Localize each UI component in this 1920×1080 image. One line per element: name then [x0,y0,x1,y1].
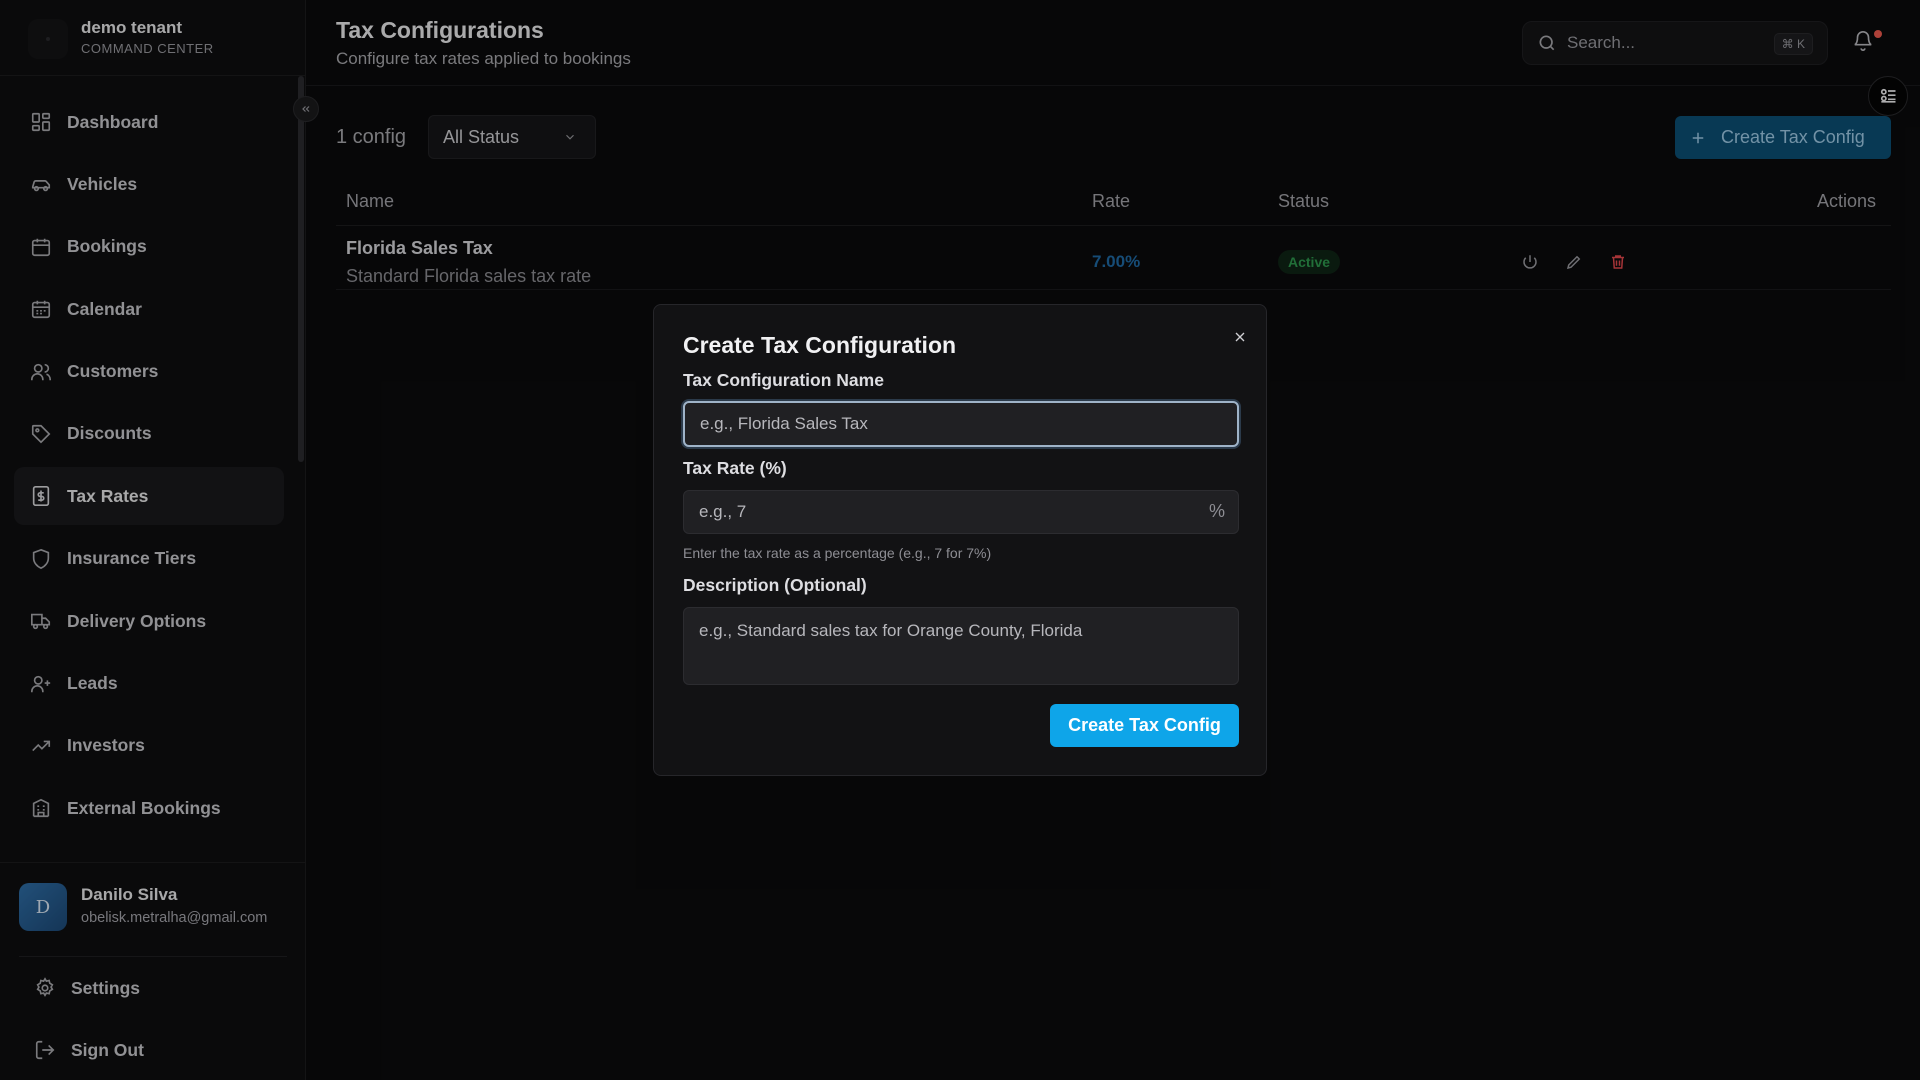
rate-field-label: Tax Rate (%) [683,458,787,478]
submit-button[interactable]: Create Tax Config [1050,704,1239,747]
tax-rate-input[interactable] [683,490,1239,534]
description-textarea[interactable] [683,607,1239,685]
rate-hint: Enter the tax rate as a percentage (e.g.… [683,545,992,561]
description-field-label: Description (Optional) [683,575,867,595]
tax-config-name-input[interactable] [683,401,1239,447]
percent-suffix: % [1209,501,1226,521]
create-tax-config-dialog: Create Tax Configuration Tax Configurati… [653,304,1267,776]
dialog-title: Create Tax Configuration [683,332,957,358]
close-button[interactable] [1228,325,1252,349]
close-icon [1232,329,1248,345]
name-field-label: Tax Configuration Name [683,370,884,390]
